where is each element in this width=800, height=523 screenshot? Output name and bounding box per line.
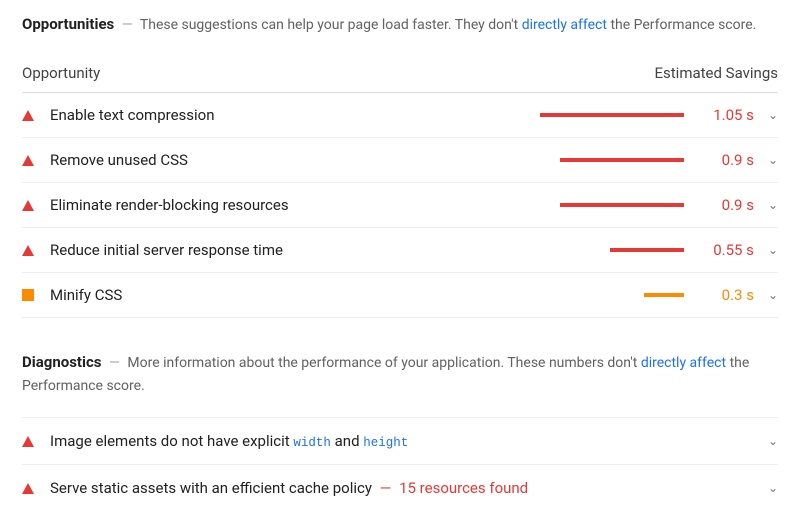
savings-value: 0.9 s bbox=[702, 196, 754, 214]
savings-bar-track bbox=[484, 248, 684, 252]
chevron-down-icon: ⌄ bbox=[768, 481, 778, 495]
triangle-error-icon bbox=[22, 200, 34, 211]
opportunities-header: Opportunities — These suggestions can he… bbox=[22, 12, 778, 36]
triangle-error-icon bbox=[22, 436, 34, 447]
savings-value: 0.3 s bbox=[702, 286, 754, 304]
directly-affect-link[interactable]: directly affect bbox=[641, 355, 726, 371]
chevron-down-icon: ⌄ bbox=[768, 108, 778, 122]
diagnostic-row[interactable]: Serve static assets with an efficient ca… bbox=[22, 464, 778, 511]
opportunity-label: Minify CSS bbox=[50, 286, 484, 304]
opportunities-table-header: Opportunity Estimated Savings bbox=[22, 56, 778, 93]
opportunity-label: Reduce initial server response time bbox=[50, 241, 484, 259]
opportunity-row[interactable]: Minify CSS 0.3 s ⌄ bbox=[22, 273, 778, 318]
savings-bar-track bbox=[484, 203, 684, 207]
opportunity-label: Eliminate render-blocking resources bbox=[50, 196, 484, 214]
opportunities-title: Opportunities bbox=[22, 15, 114, 33]
opportunity-row[interactable]: Enable text compression 1.05 s ⌄ bbox=[22, 93, 778, 138]
savings-bar-track bbox=[484, 158, 684, 162]
diagnostic-row[interactable]: Image elements do not have explicit widt… bbox=[22, 417, 778, 464]
dash-separator: — bbox=[109, 355, 120, 371]
dash-separator: — bbox=[122, 17, 133, 33]
triangle-error-icon bbox=[22, 110, 34, 121]
code-token: width bbox=[293, 436, 331, 450]
col-savings: Estimated Savings bbox=[655, 64, 779, 82]
savings-bar bbox=[560, 203, 684, 207]
diagnostics-list: Image elements do not have explicit widt… bbox=[22, 417, 778, 511]
savings-bar bbox=[560, 158, 684, 162]
savings-bar-track bbox=[484, 293, 684, 297]
diagnostics-desc-prefix: More information about the performance o… bbox=[127, 355, 637, 371]
diagnostic-label: Image elements do not have explicit widt… bbox=[50, 432, 754, 450]
dash-separator: — bbox=[376, 479, 395, 497]
triangle-error-icon bbox=[22, 483, 34, 494]
code-token: height bbox=[363, 436, 408, 450]
diagnostics-title: Diagnostics bbox=[22, 353, 101, 371]
chevron-down-icon: ⌄ bbox=[768, 243, 778, 257]
opportunity-label: Enable text compression bbox=[50, 106, 484, 124]
opportunity-label: Remove unused CSS bbox=[50, 151, 484, 169]
text-segment: Serve static assets with an efficient ca… bbox=[50, 479, 372, 497]
chevron-down-icon: ⌄ bbox=[768, 153, 778, 167]
chevron-down-icon: ⌄ bbox=[768, 198, 778, 212]
savings-bar bbox=[610, 248, 684, 252]
opportunities-list: Enable text compression1.05 s⌄Remove unu… bbox=[22, 93, 778, 318]
text-segment: and bbox=[331, 432, 363, 450]
directly-affect-link[interactable]: directly affect bbox=[522, 17, 607, 33]
savings-value: 0.55 s bbox=[702, 241, 754, 259]
diagnostic-aux: 15 resources found bbox=[399, 479, 528, 497]
triangle-error-icon bbox=[22, 155, 34, 166]
diagnostic-label: Serve static assets with an efficient ca… bbox=[50, 479, 754, 497]
text-segment: Image elements do not have explicit bbox=[50, 432, 293, 450]
diagnostics-header: Diagnostics — More information about the… bbox=[22, 350, 778, 397]
savings-value: 1.05 s bbox=[702, 106, 754, 124]
opportunities-desc-suffix: the Performance score. bbox=[610, 17, 756, 33]
col-opportunity: Opportunity bbox=[22, 64, 100, 82]
opportunity-row[interactable]: Eliminate render-blocking resources 0.9 s… bbox=[22, 183, 778, 228]
chevron-down-icon: ⌄ bbox=[768, 434, 778, 448]
opportunity-row[interactable]: Remove unused CSS 0.9 s ⌄ bbox=[22, 138, 778, 183]
opportunity-row[interactable]: Reduce initial server response time 0.55 … bbox=[22, 228, 778, 273]
opportunities-desc-prefix: These suggestions can help your page loa… bbox=[140, 17, 518, 33]
square-warning-icon bbox=[22, 289, 34, 301]
savings-value: 0.9 s bbox=[702, 151, 754, 169]
savings-bar bbox=[644, 293, 684, 297]
savings-bar-track bbox=[484, 113, 684, 117]
savings-bar bbox=[540, 113, 684, 117]
triangle-error-icon bbox=[22, 245, 34, 256]
chevron-down-icon: ⌄ bbox=[768, 288, 778, 302]
